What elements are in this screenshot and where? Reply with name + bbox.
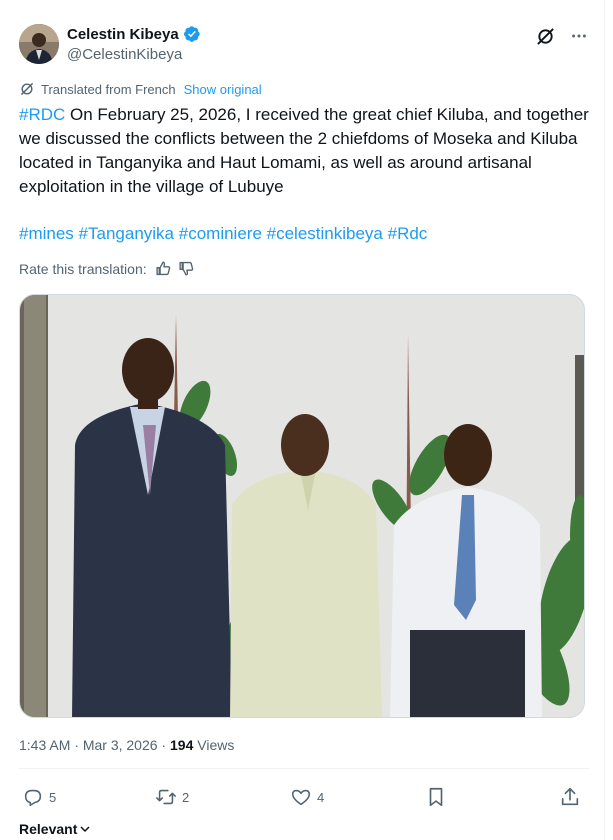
repost-icon — [156, 789, 176, 805]
tweet-date[interactable]: Mar 3, 2026 — [83, 737, 158, 753]
views-count: 194 — [170, 737, 194, 753]
tweet-detail: Celestin Kibeya @CelestinKibeya Translat… — [0, 0, 605, 840]
thumbs-up-icon[interactable] — [155, 260, 172, 277]
show-original-link[interactable]: Show original — [184, 82, 262, 97]
hashtag-link[interactable]: #Tanganyika — [79, 224, 174, 243]
verified-badge-icon — [183, 26, 200, 42]
thumbs-down-icon[interactable] — [178, 260, 195, 277]
views-label: Views — [193, 737, 235, 753]
reply-button[interactable]: 5 — [22, 786, 56, 808]
like-icon — [291, 789, 311, 806]
sort-label: Relevant — [19, 821, 78, 837]
avatar[interactable] — [19, 24, 59, 64]
chevron-down-icon — [80, 826, 90, 833]
bookmark-button[interactable] — [425, 786, 447, 808]
repost-button[interactable]: 2 — [155, 786, 189, 808]
divider — [19, 768, 589, 769]
hashtag-link[interactable]: #celestinkibeya — [267, 224, 383, 243]
hashtag-link[interactable]: #RDC — [19, 105, 65, 124]
share-button[interactable] — [559, 786, 581, 808]
author-name-row[interactable]: Celestin Kibeya — [67, 25, 201, 43]
hashtag-list: #mines #Tanganyika #cominiere #celestink… — [19, 222, 427, 246]
tweet-time[interactable]: 1:43 AM — [19, 737, 70, 753]
bookmark-icon — [429, 787, 443, 807]
tweet-text: #RDC On February 25, 2026, I received th… — [19, 103, 594, 199]
share-icon — [561, 787, 579, 806]
sort-replies-dropdown[interactable]: Relevant — [19, 821, 91, 837]
translate-icon — [20, 82, 34, 96]
action-bar: 5 2 4 — [19, 786, 589, 810]
photo-image — [20, 295, 584, 717]
tweet-photo[interactable] — [19, 294, 585, 718]
tweet-meta: 1:43 AM · Mar 3, 2026 · 194 Views — [19, 737, 234, 753]
rate-translation: Rate this translation: — [19, 260, 195, 277]
hashtag-link[interactable]: #mines — [19, 224, 74, 243]
author-handle[interactable]: @CelestinKibeya — [67, 46, 182, 63]
hashtag-link[interactable]: #cominiere — [179, 224, 262, 243]
hashtag-link[interactable]: #Rdc — [388, 224, 428, 243]
meta-separator: · — [157, 737, 170, 753]
reply-count: 5 — [49, 789, 57, 805]
rate-translation-label: Rate this translation: — [19, 260, 147, 277]
like-button[interactable]: 4 — [290, 786, 324, 808]
tweet-header: Celestin Kibeya @CelestinKibeya — [19, 24, 589, 66]
translation-label: Translated from French — [41, 81, 176, 97]
repost-count: 2 — [182, 789, 190, 805]
header-actions — [535, 26, 589, 46]
grok-icon[interactable] — [535, 26, 555, 46]
like-count: 4 — [317, 789, 325, 805]
author-name[interactable]: Celestin Kibeya — [67, 26, 179, 43]
reply-icon — [24, 789, 42, 807]
tweet-body: On February 25, 2026, I received the gre… — [19, 105, 589, 196]
translation-notice: Translated from French Show original — [19, 81, 262, 97]
meta-separator: · — [70, 737, 83, 753]
more-icon[interactable] — [569, 26, 589, 46]
